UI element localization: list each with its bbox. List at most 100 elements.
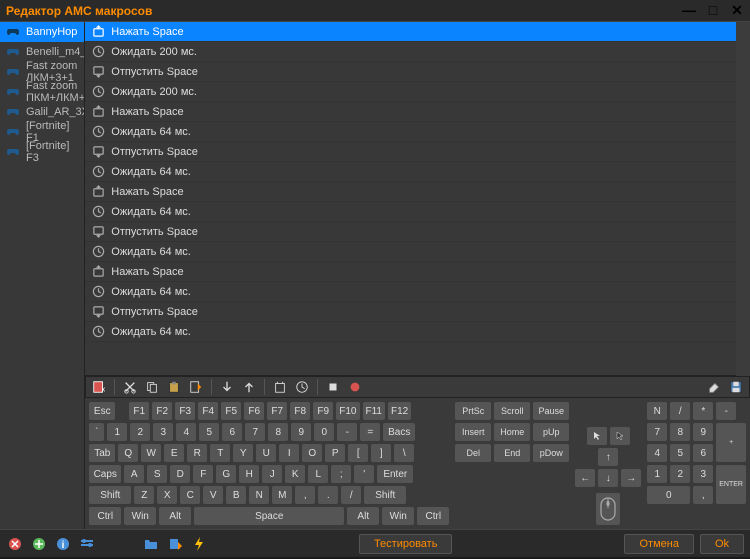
key-8[interactable]: 8: [670, 423, 690, 441]
key-0[interactable]: 0: [647, 486, 690, 504]
step-item[interactable]: Нажать Space: [85, 22, 736, 42]
key-2[interactable]: 2: [670, 465, 690, 483]
info-icon[interactable]: i: [54, 535, 72, 553]
key-+[interactable]: +: [716, 423, 746, 462]
macro-item[interactable]: Fast zoom ПКМ+ЛКМ+3+1: [0, 82, 84, 102]
save-icon[interactable]: [727, 378, 745, 396]
key-arrow-down[interactable]: ↓: [598, 469, 618, 487]
key-caps[interactable]: Caps: [89, 465, 121, 483]
key-9[interactable]: 9: [291, 423, 311, 441]
key-scroll[interactable]: Scroll: [494, 402, 530, 420]
key-tab[interactable]: Tab: [89, 444, 115, 462]
step-item[interactable]: Отпустить Space: [85, 62, 736, 82]
copy-icon[interactable]: [143, 378, 161, 396]
step-item[interactable]: Отпустить Space: [85, 222, 736, 242]
key-/[interactable]: /: [341, 486, 361, 504]
paste-icon[interactable]: [165, 378, 183, 396]
settings-icon[interactable]: [78, 535, 96, 553]
key-f3[interactable]: F3: [175, 402, 195, 420]
key-f2[interactable]: F2: [152, 402, 172, 420]
key-esc[interactable]: Esc: [89, 402, 115, 420]
key-y[interactable]: Y: [233, 444, 253, 462]
key-enter[interactable]: ENTER: [716, 465, 746, 504]
move-down-icon[interactable]: [218, 378, 236, 396]
key-9[interactable]: 9: [693, 423, 713, 441]
macro-item[interactable]: [Fortnite] F3: [0, 142, 84, 162]
key-s[interactable]: S: [147, 465, 167, 483]
key-'[interactable]: ': [354, 465, 374, 483]
key-g[interactable]: G: [216, 465, 236, 483]
key-,[interactable]: ,: [693, 486, 713, 504]
key-7[interactable]: 7: [245, 423, 265, 441]
key-alt[interactable]: Alt: [347, 507, 379, 525]
key-.[interactable]: .: [318, 486, 338, 504]
step-item[interactable]: Нажать Space: [85, 182, 736, 202]
key-space[interactable]: Space: [194, 507, 344, 525]
macro-item[interactable]: [Fortnite] F1: [0, 122, 84, 142]
step-item[interactable]: Ожидать 200 мс.: [85, 42, 736, 62]
stop-record-icon[interactable]: [324, 378, 342, 396]
key-5[interactable]: 5: [670, 444, 690, 462]
step-item[interactable]: Ожидать 200 мс.: [85, 82, 736, 102]
step-item[interactable]: Ожидать 64 мс.: [85, 242, 736, 262]
key-z[interactable]: Z: [134, 486, 154, 504]
key--[interactable]: -: [337, 423, 357, 441]
close-button[interactable]: ✕: [730, 4, 744, 18]
key-q[interactable]: Q: [118, 444, 138, 462]
key-f6[interactable]: F6: [244, 402, 264, 420]
key-o[interactable]: O: [302, 444, 322, 462]
clock-icon[interactable]: [293, 378, 311, 396]
key-end[interactable]: End: [494, 444, 530, 462]
key-8[interactable]: 8: [268, 423, 288, 441]
key-shift[interactable]: Shift: [89, 486, 131, 504]
key-f10[interactable]: F10: [336, 402, 359, 420]
key-j[interactable]: J: [262, 465, 282, 483]
macro-item[interactable]: Benelli_m4_Lech: [0, 42, 84, 62]
key-4[interactable]: 4: [647, 444, 667, 462]
step-item[interactable]: Нажать Space: [85, 262, 736, 282]
key-n[interactable]: N: [249, 486, 269, 504]
key-\[interactable]: \: [394, 444, 414, 462]
key-3[interactable]: 3: [153, 423, 173, 441]
key-0[interactable]: 0: [314, 423, 334, 441]
key-x[interactable]: X: [157, 486, 177, 504]
cursor-click-icon[interactable]: [610, 427, 630, 445]
cut-icon[interactable]: [121, 378, 139, 396]
cancel-button[interactable]: Отмена: [624, 534, 693, 554]
key-enter[interactable]: Enter: [377, 465, 413, 483]
key-=[interactable]: =: [360, 423, 380, 441]
key-u[interactable]: U: [256, 444, 276, 462]
new-icon[interactable]: x: [90, 378, 108, 396]
key-f8[interactable]: F8: [290, 402, 310, 420]
key-[[interactable]: [: [348, 444, 368, 462]
key--[interactable]: -: [716, 402, 736, 420]
key-prtsc[interactable]: PrtSc: [455, 402, 491, 420]
delete-macro-icon[interactable]: [6, 535, 24, 553]
step-item[interactable]: Отпустить Space: [85, 302, 736, 322]
key-alt[interactable]: Alt: [159, 507, 191, 525]
key-;[interactable]: ;: [331, 465, 351, 483]
key-win[interactable]: Win: [124, 507, 156, 525]
key-pause[interactable]: Pause: [533, 402, 569, 420]
step-item[interactable]: Отпустить Space: [85, 142, 736, 162]
key-4[interactable]: 4: [176, 423, 196, 441]
key-f11[interactable]: F11: [363, 402, 386, 420]
key-m[interactable]: M: [272, 486, 292, 504]
macro-item[interactable]: BannyHop: [0, 22, 84, 42]
key-pdow[interactable]: pDow: [533, 444, 569, 462]
key-1[interactable]: 1: [647, 465, 667, 483]
mouse-icon[interactable]: [596, 493, 620, 525]
key-v[interactable]: V: [203, 486, 223, 504]
key-pup[interactable]: pUp: [533, 423, 569, 441]
import-icon[interactable]: [166, 535, 184, 553]
key-k[interactable]: K: [285, 465, 305, 483]
key-arrow-up[interactable]: ↑: [598, 448, 618, 466]
key-2[interactable]: 2: [130, 423, 150, 441]
key-a[interactable]: A: [124, 465, 144, 483]
key-f4[interactable]: F4: [198, 402, 218, 420]
step-item[interactable]: Ожидать 64 мс.: [85, 282, 736, 302]
vertical-scrollbar[interactable]: [736, 22, 750, 376]
key-ctrl[interactable]: Ctrl: [417, 507, 449, 525]
minimize-button[interactable]: —: [682, 4, 696, 18]
key-5[interactable]: 5: [199, 423, 219, 441]
